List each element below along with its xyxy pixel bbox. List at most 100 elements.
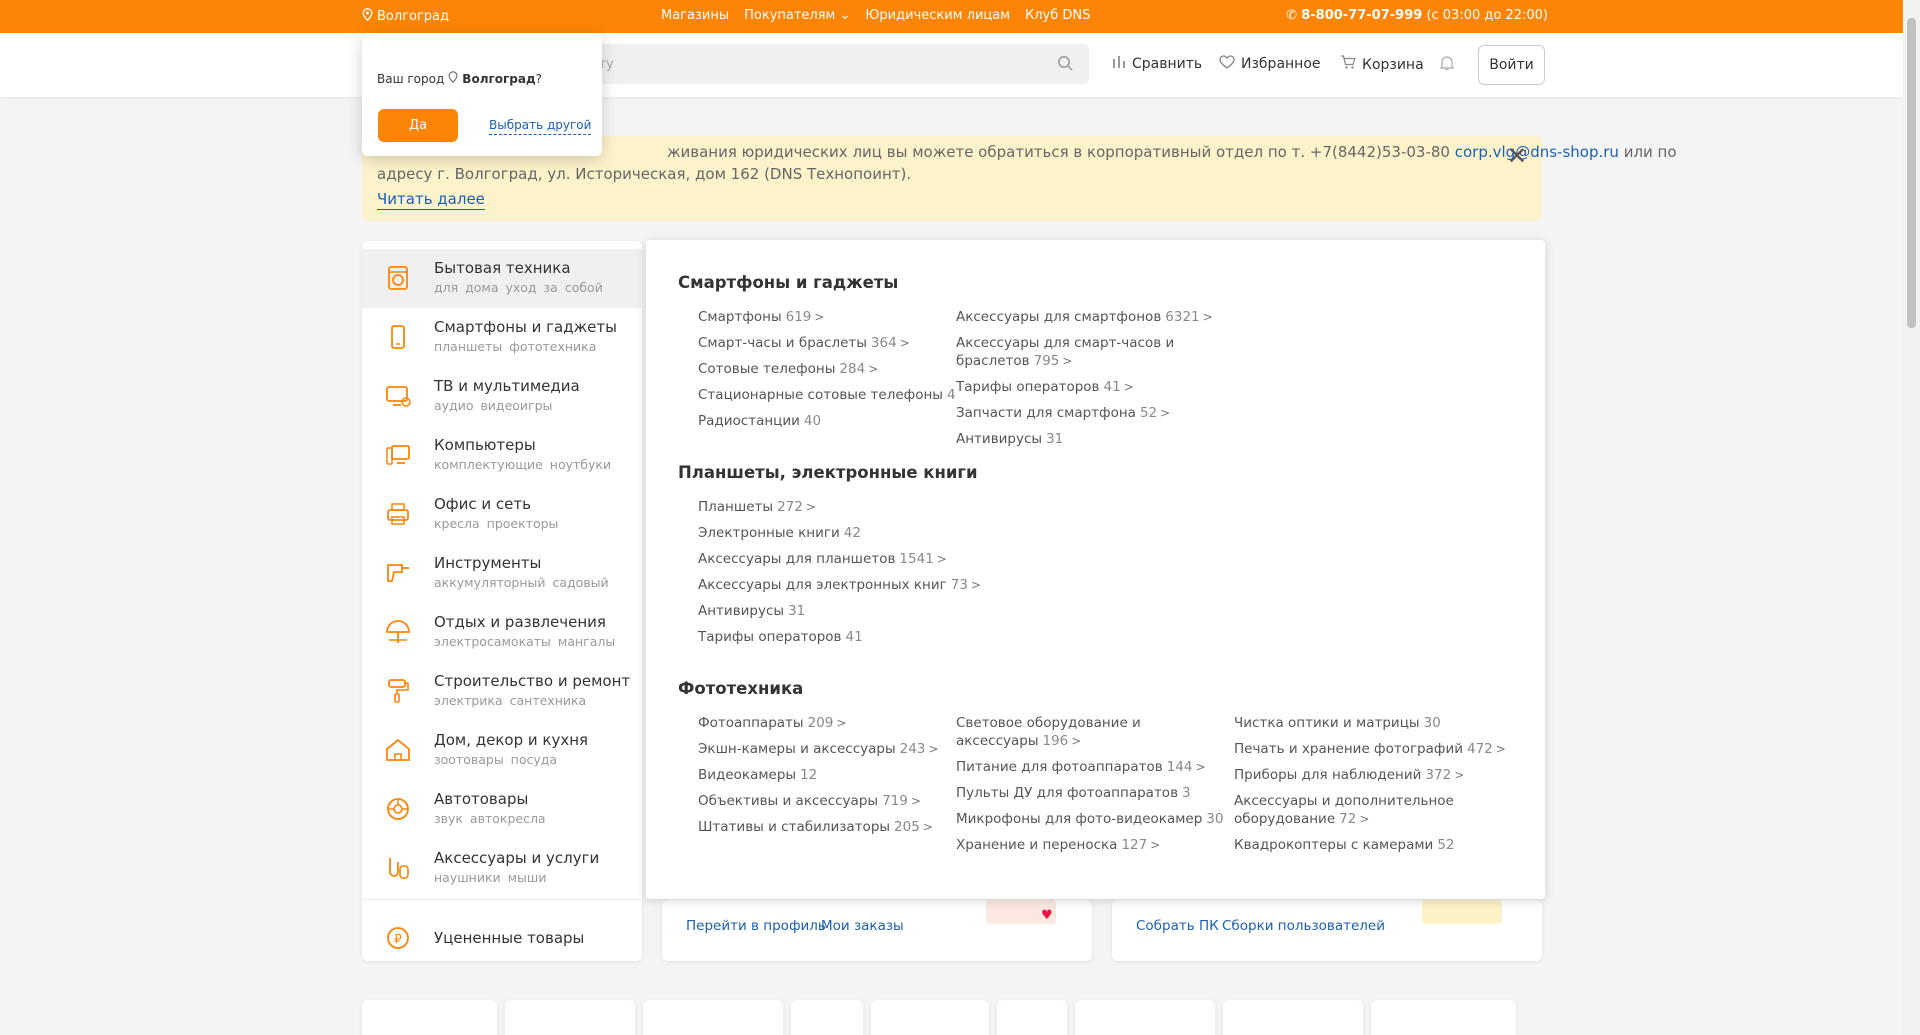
brand-logo[interactable]: ASUS — [1075, 1000, 1215, 1035]
submenu-link[interactable]: Хранение и переноска 127 > — [956, 836, 1160, 854]
submenu-link-label: Антивирусы — [698, 603, 785, 619]
submenu-link[interactable]: Видеокамеры 12 — [698, 766, 817, 784]
confirm-city-button[interactable]: Да — [378, 109, 458, 142]
submenu-title-smartphones[interactable]: Смартфоны и гаджеты — [678, 273, 898, 292]
submenu-link[interactable]: Антивирусы 31 — [956, 430, 1063, 448]
category-subtitle: планшеты фототехника — [434, 339, 597, 354]
submenu-link[interactable]: Фотоаппараты 209 > — [698, 714, 846, 732]
brand-logo[interactable]: Lenovo — [1223, 1000, 1363, 1035]
category-item[interactable]: Смартфоны и гаджеты планшеты фототехника — [362, 308, 642, 367]
submenu-link-label: Пульты ДУ для фотоаппаратов — [956, 785, 1179, 801]
favorites-label: Избранное — [1241, 56, 1321, 72]
profile-link[interactable]: Перейти в профиль — [686, 918, 826, 934]
link-club[interactable]: Клуб DNS — [1025, 8, 1090, 23]
category-item[interactable]: Отдых и развлечения электросамокаты манга… — [362, 603, 642, 662]
submenu-link[interactable]: Штативы и стабилизаторы 205 > — [698, 818, 933, 836]
category-item[interactable]: Офис и сеть кресла проекторы — [362, 485, 642, 544]
scrollbar-thumb[interactable] — [1907, 18, 1916, 328]
submenu-link[interactable]: Электронные книги 42 — [698, 524, 861, 542]
submenu-link-label-line2: аксессуары — [956, 733, 1039, 749]
user-builds-link[interactable]: Сборки пользователей — [1222, 918, 1385, 934]
submenu-link-count: 72 — [1339, 811, 1357, 827]
category-item[interactable]: Инструменты аккумуляторный садовый — [362, 544, 642, 603]
category-item[interactable]: Бытовая техника для дома уход за собой — [362, 249, 642, 308]
brand-logo[interactable]: LG — [871, 1000, 989, 1035]
phone-icon: ✆ — [1286, 8, 1302, 23]
brand-logo[interactable]: indesit — [1371, 1000, 1516, 1035]
city-selector[interactable]: Волгоград — [362, 8, 449, 25]
city-label[interactable]: Волгоград — [377, 9, 449, 24]
submenu-link[interactable]: Аксессуары для смарт-часов и браслетов 795… — [956, 334, 1174, 370]
submenu-link-label: Радиостанции — [698, 413, 800, 429]
submenu-link[interactable]: Питание для фотоаппаратов 144 > — [956, 758, 1206, 776]
submenu-link[interactable]: Приборы для наблюдений 372 > — [1234, 766, 1464, 784]
submenu-link[interactable]: Чистка оптики и матрицы 30 — [1234, 714, 1441, 732]
build-pc-link[interactable]: Собрать ПК — [1136, 918, 1219, 934]
submenu-link[interactable]: Световое оборудование и аксессуары 196 > — [956, 714, 1141, 750]
city-question-text: Ваш город — [377, 71, 445, 86]
page-scrollbar[interactable] — [1903, 0, 1920, 1035]
search-input[interactable]: йту — [560, 44, 1089, 84]
brand-logo[interactable]: hp — [997, 1000, 1067, 1035]
close-icon[interactable]: ✕ — [1507, 144, 1527, 168]
phone-block[interactable]: ✆ 8-800-77-07-999 (с 03:00 до 22:00) — [1286, 8, 1548, 23]
notifications-button[interactable] — [1439, 55, 1455, 75]
cart-label: Корзина — [1362, 56, 1424, 73]
category-discounted[interactable]: ₽ Уцененные товары — [362, 909, 642, 968]
submenu-link[interactable]: Аксессуары для планшетов 1541 > — [698, 550, 947, 568]
submenu-link-label: Фотоаппараты — [698, 715, 804, 731]
submenu-link-label: Тарифы операторов — [956, 379, 1100, 395]
submenu-link-count: 4 — [946, 387, 956, 403]
choose-other-city-link[interactable]: Выбрать другой — [489, 118, 592, 135]
category-item[interactable]: Компьютеры комплектующие ноутбуки — [362, 426, 642, 485]
category-item[interactable]: Аксессуары и услуги наушники мыши — [362, 839, 642, 898]
category-item[interactable]: Дом, декор и кухня зоотовары посуда — [362, 721, 642, 780]
submenu-link[interactable]: Радиостанции 40 — [698, 412, 821, 430]
compare-button[interactable]: Сравнить — [1112, 55, 1202, 73]
submenu-link[interactable]: Тарифы операторов 41 > — [956, 378, 1134, 396]
submenu-link[interactable]: Аксессуары и дополнительное оборудование 7… — [1234, 792, 1454, 828]
link-customers[interactable]: Покупателям ⌄ — [744, 8, 850, 23]
brand-logo[interactable]: MI — [791, 1000, 863, 1035]
cart-button[interactable]: Корзина — [1340, 55, 1424, 74]
link-legal[interactable]: Юридическим лицам — [865, 8, 1010, 23]
submenu-link[interactable]: Антивирусы 31 — [698, 602, 805, 620]
submenu-link[interactable]: Смартфоны 619 > — [698, 308, 824, 326]
submenu-title-tablets[interactable]: Планшеты, электронные книги — [678, 463, 978, 482]
brand-logo[interactable]: DEXP — [643, 1000, 783, 1035]
login-button[interactable]: Войти — [1478, 45, 1545, 85]
category-item[interactable]: Автотовары звук автокресла — [362, 780, 642, 839]
brand-logo[interactable]: SAMSUNG — [505, 1000, 635, 1035]
submenu-title-photo[interactable]: Фототехника — [678, 679, 803, 698]
submenu-link[interactable]: Смарт-часы и браслеты 364 > — [698, 334, 910, 352]
submenu-link[interactable]: Тарифы операторов 41 — [698, 628, 863, 646]
submenu-link-label: Питание для фотоаппаратов — [956, 759, 1163, 775]
chevron-right-icon: > — [814, 310, 825, 324]
submenu-link[interactable]: Запчасти для смартфона 52 > — [956, 404, 1170, 422]
chevron-right-icon: > — [868, 362, 879, 376]
submenu-link[interactable]: Экшн-камеры и аксессуары 243 > — [698, 740, 938, 758]
submenu-link[interactable]: Аксессуары для электронных книг 73 > — [698, 576, 981, 594]
submenu-link[interactable]: Стационарные сотовые телефоны 4 — [698, 386, 956, 404]
submenu-link[interactable]: Объективы и аксессуары 719 > — [698, 792, 921, 810]
category-item[interactable]: ТВ и мультимедиа аудио видеоигры — [362, 367, 642, 426]
notice-email-link[interactable]: corp.vlg@dns-shop.ru — [1455, 143, 1619, 161]
submenu-link[interactable]: Микрофоны для фото-видеокамер 30 — [956, 810, 1223, 828]
category-item[interactable]: Строительство и ремонт электрика сантехни… — [362, 662, 642, 721]
favorites-button[interactable]: Избранное — [1219, 55, 1321, 73]
orders-link[interactable]: Мои заказы — [821, 918, 904, 934]
submenu-link[interactable]: Планшеты 272 > — [698, 498, 816, 516]
brand-logo[interactable]: Авторизованный — [362, 1000, 497, 1035]
link-stores[interactable]: Магазины — [661, 8, 729, 23]
submenu-link[interactable]: Сотовые телефоны 284 > — [698, 360, 878, 378]
search-icon[interactable] — [1057, 55, 1073, 75]
read-more-link[interactable]: Читать далее — [377, 189, 485, 210]
submenu-link-label: Аксессуары для электронных книг — [698, 577, 947, 593]
phone-number[interactable]: 8-800-77-07-999 — [1301, 8, 1422, 23]
submenu-link[interactable]: Квадрокоптеры с камерами 52 — [1234, 836, 1455, 854]
submenu-link-label: Квадрокоптеры с камерами — [1234, 837, 1434, 853]
submenu-link[interactable]: Печать и хранение фотографий 472 > — [1234, 740, 1506, 758]
submenu-link[interactable]: Аксессуары для смартфонов 6321 > — [956, 308, 1213, 326]
submenu-link[interactable]: Пульты ДУ для фотоаппаратов 3 — [956, 784, 1191, 802]
category-subtitle: комплектующие ноутбуки — [434, 457, 612, 472]
